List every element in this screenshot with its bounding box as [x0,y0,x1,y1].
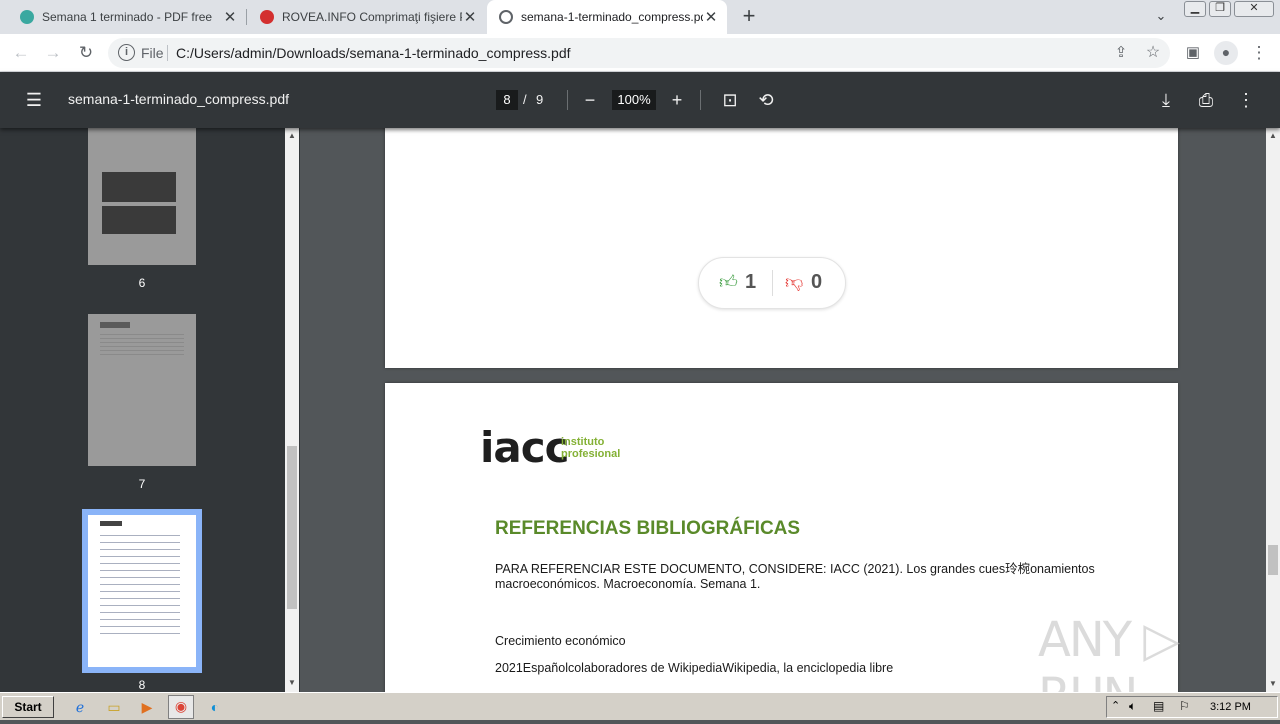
downvote-count: 0 [811,271,823,293]
logo-sub-line: profesional [561,448,621,460]
forward-arrow-icon[interactable]: → [42,42,64,64]
document-viewport: 👍︎ 1 👎︎ 0 iacc instituto profesional REF… [300,128,1266,692]
document-scrollbar[interactable] [1266,128,1280,692]
zoom-out-icon[interactable]: − [578,88,602,112]
reload-icon[interactable]: ↻ [75,42,97,64]
scheme-label: File [141,45,164,61]
flag-icon[interactable]: ⚐ [1179,699,1190,713]
network-icon[interactable]: ▤ [1153,699,1164,713]
close-icon[interactable]: ✕ [703,8,719,26]
info-icon[interactable]: i [118,44,135,61]
scroll-up-arrow-icon[interactable]: ▲ [285,131,299,140]
tab-divider [246,9,247,25]
clock: 3:12 PM [1210,701,1251,713]
reference-title: Crecimiento económico [495,634,626,648]
chrome-icon[interactable]: ◉ [168,695,194,719]
more-options-icon[interactable]: ⋮ [1234,88,1258,112]
tray-expand-icon[interactable]: ⌃ [1111,699,1120,712]
tab-rovea[interactable]: ROVEA.INFO Comprimaţi fişiere PDF ✕ [248,0,486,34]
reference-paragraph: macroeconómicos. Macroeconomía. Semana 1… [495,577,761,591]
toolbar-divider [700,90,701,110]
bookmark-star-icon[interactable]: ☆ [1142,42,1164,64]
tab-pdf-active[interactable]: semana-1-terminado_compress.pdf ✕ [487,0,727,34]
thumbnail-text [100,334,184,356]
browser-toolbar: ← → ↻ i File C:/Users/admin/Downloads/se… [0,34,1280,72]
edge-icon[interactable]: ◐ [205,697,225,717]
media-player-icon[interactable]: ▶ [137,697,157,717]
vote-widget: 👍︎ 1 👎︎ 0 [698,257,846,309]
scroll-up-arrow-icon[interactable]: ▲ [1266,131,1280,140]
download-icon[interactable]: ⤓ [1154,88,1178,112]
tab-label: Semana 1 terminado - PDF free [42,10,213,24]
iacc-logo-subtitle: instituto profesional [561,436,620,460]
thumbnail-page-8[interactable] [88,515,196,667]
print-icon[interactable]: ⎙ [1194,88,1218,112]
thumbs-up-icon[interactable]: 👍︎ [719,271,738,293]
upvote-count: 1 [745,271,757,293]
omnibox-divider [167,45,168,61]
thumbnail-page-7[interactable] [88,314,196,466]
close-icon[interactable]: ✕ [462,8,478,26]
tab-semana-pdf-free[interactable]: Semana 1 terminado - PDF free ✕ [0,0,246,34]
tab-strip: Semana 1 terminado - PDF free ✕ ROVEA.IN… [0,0,1280,34]
page-number-input[interactable]: 8 [496,90,518,110]
fit-page-icon[interactable]: ⊡ [718,88,742,112]
iacc-logo: iacc [480,423,570,472]
close-window-button[interactable]: ✕ [1234,1,1274,17]
minimize-button[interactable]: ▁ [1184,1,1206,17]
thumbnail-logo [100,521,122,526]
menu-kebab-icon[interactable]: ⋮ [1248,42,1270,64]
address-bar[interactable]: i File C:/Users/admin/Downloads/semana-1… [108,38,1170,68]
thumbnail-image [102,206,176,234]
globe-favicon-icon [20,10,34,24]
thumbs-down-icon[interactable]: 👎︎ [785,271,803,293]
system-tray: ⌃ 🔈︎ ▤ ⚐ [1106,696,1278,718]
url-text[interactable]: C:/Users/admin/Downloads/semana-1-termin… [176,45,571,61]
new-tab-button[interactable]: + [738,5,760,29]
thumbnail-text [100,535,180,635]
close-icon[interactable]: ✕ [222,8,238,26]
start-label: Start [14,700,42,714]
tab-label: semana-1-terminado_compress.pdf [521,10,703,24]
thumbnail-label: 8 [138,678,146,692]
reference-paragraph: PARA REFERENCIAR ESTE DOCUMENTO, CONSIDE… [495,562,1095,576]
taskbar: Start ℯ ▭ ▶ ◉ ◐ ⌃ 🔈︎ ▤ ⚐ 3:12 PM [0,692,1280,720]
share-icon[interactable]: ⇪ [1110,42,1132,64]
pdf-title: semana-1-terminado_compress.pdf [68,91,289,107]
page-total: 9 [536,92,544,107]
section-heading: REFERENCIAS BIBLIOGRÁFICAS [495,518,801,539]
tab-search-icon[interactable]: ⌄ [1152,8,1170,26]
thumbnail-sidebar: 6 7 8 ▲ ▼ [0,128,300,692]
globe-favicon-icon [499,10,513,24]
thumbnail-logo [100,322,130,328]
page-separator: / [523,92,527,107]
profile-avatar-icon[interactable]: ● [1214,41,1238,65]
thumbnail-label: 6 [138,276,146,290]
restore-button[interactable]: ❐ [1209,1,1231,17]
thumbnail-label: 7 [138,477,146,491]
logo-sub-line: instituto [561,436,605,448]
side-panel-icon[interactable]: ▣ [1182,42,1204,64]
internet-explorer-icon[interactable]: ℯ [70,697,90,717]
rotate-icon[interactable]: ⟲ [754,88,778,112]
vote-divider [772,270,773,296]
pdf-toolbar: ☰ semana-1-terminado_compress.pdf 8 / 9 … [0,72,1280,128]
back-arrow-icon[interactable]: ← [10,42,32,64]
document-scrollbar-thumb[interactable] [1268,545,1278,575]
rovea-favicon-icon [260,10,274,24]
tab-label: ROVEA.INFO Comprimaţi fişiere PDF [282,10,462,24]
volume-icon[interactable]: 🔈︎ [1129,699,1136,714]
zoom-input[interactable]: 100% [612,90,656,110]
toolbar-divider [567,90,568,110]
hamburger-menu-icon[interactable]: ☰ [22,88,46,112]
thumbnail-image [102,172,176,202]
thumbnail-page-6[interactable] [88,128,196,265]
folder-icon[interactable]: ▭ [104,697,124,717]
zoom-in-icon[interactable]: + [665,88,689,112]
pdf-page-7: 👍︎ 1 👎︎ 0 [385,128,1178,368]
start-button[interactable]: Start [2,696,54,718]
sidebar-scrollbar-thumb[interactable] [287,446,297,609]
reference-line: 2021Españolcolaboradores de WikipediaWik… [495,661,894,675]
scroll-down-arrow-icon[interactable]: ▼ [285,678,299,687]
